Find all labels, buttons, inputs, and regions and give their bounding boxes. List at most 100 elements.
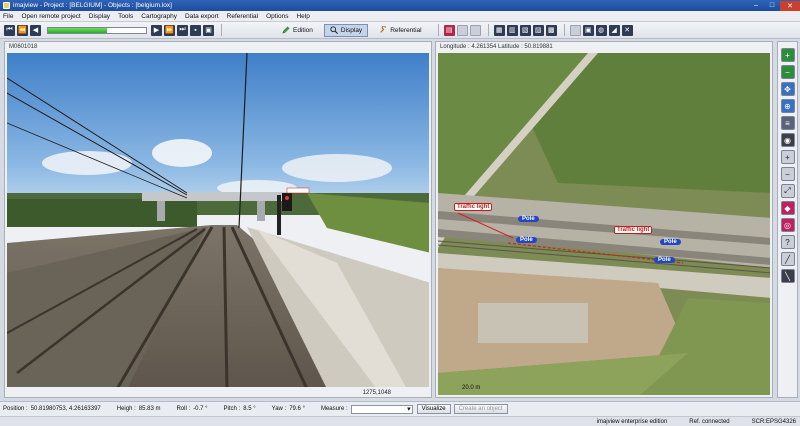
footer-bar: imajview enterprise edition Ref. connect…: [0, 416, 800, 426]
target-icon[interactable]: ◎: [780, 218, 795, 232]
aerial-map[interactable]: [438, 53, 770, 395]
pole-label: Pole: [660, 239, 681, 245]
edition-mode-button[interactable]: Edition: [277, 24, 318, 37]
measure-label: Measure :: [320, 406, 348, 412]
ruler-icon[interactable]: ╲: [780, 269, 795, 283]
layout-map-icon[interactable]: ▧: [519, 24, 531, 36]
grid-tool-icon[interactable]: [456, 24, 468, 36]
window-icon[interactable]: [569, 24, 581, 36]
zoom-in-icon[interactable]: +: [780, 150, 795, 164]
menu-help[interactable]: Help: [296, 13, 309, 20]
layout-grid-icon[interactable]: ▥: [506, 24, 518, 36]
minimize-button[interactable]: –: [748, 1, 764, 11]
pan-icon[interactable]: ✥: [780, 82, 795, 96]
draw-line-icon[interactable]: ╱: [780, 252, 795, 266]
photo-pane: M0601018 1275,1048: [4, 41, 432, 398]
display-label: Display: [340, 26, 363, 34]
rewind-icon[interactable]: ⏪: [17, 24, 28, 36]
layout-split-icon[interactable]: ▦: [493, 24, 505, 36]
zoom-out-icon[interactable]: −: [780, 167, 795, 181]
progress-fill: [48, 27, 107, 33]
frame-tool-icon[interactable]: [469, 24, 481, 36]
pole-label: Pole: [518, 216, 539, 222]
pitch-label: Pitch :: [223, 406, 241, 412]
referential-label: Referential: [390, 26, 422, 34]
yaw-value: 79.6 °: [289, 406, 305, 412]
add-layer-icon[interactable]: +: [780, 48, 795, 62]
remove-layer-icon[interactable]: −: [780, 65, 795, 79]
center-icon[interactable]: ⊕: [780, 99, 795, 113]
map-pane: Longitude : 4.261354 Latitude : 50.81988…: [435, 41, 773, 398]
roll-label: Roll :: [176, 406, 191, 412]
traffic-light-marker[interactable]: Traffic light: [614, 226, 653, 234]
layout-dual-icon[interactable]: ▩: [545, 24, 557, 36]
magnifier-icon: [330, 26, 338, 34]
camera-icon[interactable]: ◉: [780, 133, 795, 147]
menu-open-remote-project[interactable]: Open remote project: [21, 13, 80, 20]
roll-value: -0.7 °: [193, 406, 208, 412]
save-icon[interactable]: ▪: [190, 24, 201, 36]
menu-data-export[interactable]: Data export: [185, 13, 219, 20]
visualize-button[interactable]: Visualize: [416, 404, 451, 414]
pole-marker[interactable]: Pole: [654, 256, 675, 263]
toolbar-separator: [487, 24, 489, 36]
zoom-fit-icon[interactable]: ⤢: [780, 184, 795, 198]
object-tool-icon[interactable]: ▤: [443, 24, 455, 36]
next-frame-icon[interactable]: ▶: [151, 24, 162, 36]
layers-icon[interactable]: ≡: [780, 116, 795, 130]
screens-icon[interactable]: ▣: [582, 24, 594, 36]
pixel-coordinates: 1275,1048: [362, 390, 391, 396]
globe-icon[interactable]: ◍: [595, 24, 607, 36]
menu-options[interactable]: Options: [266, 13, 288, 20]
previous-frame-icon[interactable]: ◀: [30, 24, 41, 36]
window-title: imajview - Project : [BELGIUM] - Objects…: [13, 2, 172, 9]
help-icon[interactable]: ?: [780, 235, 795, 249]
yaw-label: Yaw :: [271, 406, 287, 412]
playback-progress[interactable]: [47, 26, 147, 34]
snapshot-icon[interactable]: ▣: [203, 24, 214, 36]
map-tool-strip: + − ✥ ⊕ ≡ ◉ + − ⤢ ◆ ◎ ? ╱ ╲: [777, 41, 798, 398]
display-mode-button[interactable]: Display: [323, 23, 369, 37]
pole-marker[interactable]: Pole: [516, 236, 537, 243]
crs-info: SCR:EPSG4326: [751, 418, 796, 425]
measure-icon[interactable]: ◆: [780, 201, 795, 215]
photo-view[interactable]: [7, 53, 429, 387]
menu-bar: File Open remote project Display Tools C…: [0, 11, 800, 22]
map-view[interactable]: Traffic light Pole Pole Traffic light Po…: [438, 53, 770, 395]
referential-status: Ref. connected: [689, 418, 730, 425]
fast-forward-icon[interactable]: ⏩: [164, 24, 175, 36]
referential-mode-button[interactable]: Referential: [374, 24, 426, 37]
close-button[interactable]: ✕: [780, 0, 800, 11]
menu-referential[interactable]: Referential: [227, 13, 258, 20]
railway-photo[interactable]: [7, 53, 429, 387]
title-bar: imajview - Project : [BELGIUM] - Objects…: [0, 0, 800, 11]
pole-marker[interactable]: Pole: [518, 215, 539, 222]
first-frame-icon[interactable]: ⏮: [4, 24, 15, 36]
pitch-value: 8.5 °: [243, 406, 256, 412]
toolbar-separator: [437, 24, 439, 36]
frame-id: M0601018: [9, 44, 38, 50]
height-value: 85.83 m: [138, 406, 161, 412]
menu-tools[interactable]: Tools: [118, 13, 133, 20]
height-label: Heigh :: [116, 406, 136, 412]
menu-cartography[interactable]: Cartography: [141, 13, 177, 20]
app-icon: [3, 2, 10, 9]
pencil-icon: [282, 26, 290, 34]
road-icon[interactable]: ◢: [608, 24, 620, 36]
measure-select[interactable]: [350, 404, 413, 414]
wrench-icon: [380, 26, 387, 33]
edition-label: Edition: [293, 26, 313, 34]
toolbar-separator: [221, 24, 222, 36]
last-frame-icon[interactable]: ⏭: [177, 24, 188, 36]
position-label: Position :: [3, 406, 28, 412]
layout-photo-icon[interactable]: ▨: [532, 24, 544, 36]
pole-marker[interactable]: Pole: [660, 238, 681, 245]
pole-label: Pole: [654, 257, 675, 263]
close-view-icon[interactable]: ✕: [621, 24, 633, 36]
menu-file[interactable]: File: [3, 13, 13, 20]
traffic-light-marker[interactable]: Traffic light: [454, 203, 493, 211]
create-object-button[interactable]: Create an object: [453, 404, 508, 414]
maximize-button[interactable]: □: [764, 1, 780, 11]
menu-display[interactable]: Display: [89, 13, 110, 20]
map-coordinates: Longitude : 4.261354 Latitude : 50.81988…: [440, 44, 553, 50]
